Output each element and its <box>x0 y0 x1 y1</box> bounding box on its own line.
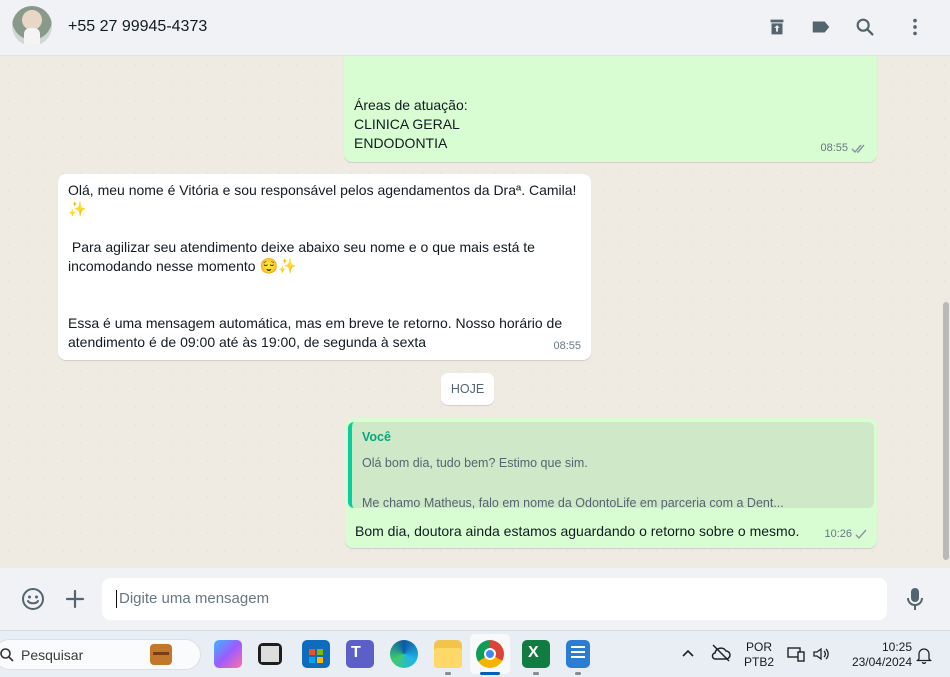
briefcase-icon <box>150 644 172 665</box>
taskbar-search-label: Pesquisar <box>21 647 84 663</box>
message-input-placeholder: Digite uma mensagem <box>119 590 270 607</box>
message-text: Bom dia, doutora ainda estamos aguardand… <box>355 523 800 539</box>
copilot-icon[interactable] <box>214 640 242 668</box>
terminal-icon[interactable] <box>258 643 282 665</box>
contact-avatar[interactable] <box>12 6 52 46</box>
quoted-message[interactable]: Você Olá bom dia, tudo bem? Estimo que s… <box>348 422 874 510</box>
double-check-icon <box>851 144 865 154</box>
relieved-sparkles-emoji: 😌✨ <box>259 258 297 275</box>
running-indicator <box>575 672 581 675</box>
message-paragraph: Essa é uma mensagem automática, mas em b… <box>68 315 567 350</box>
single-check-icon <box>855 529 867 540</box>
running-indicator <box>445 672 451 675</box>
file-explorer-icon[interactable] <box>434 640 462 668</box>
message-input[interactable]: Digite uma mensagem <box>102 578 887 620</box>
excel-icon[interactable]: X <box>522 640 550 668</box>
teams-icon[interactable]: T <box>346 640 374 668</box>
label-icon[interactable] <box>810 16 832 38</box>
search-icon <box>0 648 14 662</box>
message-paragraph: Olá, meu nome é Vitória e sou responsáve… <box>68 182 577 218</box>
message-meta: 08:55 <box>553 337 581 356</box>
quote-line: Me chamo Matheus, falo em nome da Odonto… <box>362 496 784 510</box>
active-indicator <box>480 672 500 675</box>
network-icon[interactable] <box>787 645 805 663</box>
chat-header: +55 27 99945-4373 <box>0 0 950 56</box>
message-meta: 10:26 <box>824 525 867 544</box>
sparkles-emoji: ✨ <box>68 201 87 218</box>
running-indicator <box>533 672 539 675</box>
chat-scrollbar[interactable] <box>941 56 950 568</box>
clock-date: 23/04/2024 <box>851 655 912 669</box>
taskbar-search[interactable]: Pesquisar <box>0 639 201 670</box>
message-meta: 08:55 <box>820 139 867 158</box>
edge-icon[interactable] <box>390 640 418 668</box>
composer: Digite uma mensagem <box>0 568 950 630</box>
chrome-icon[interactable] <box>476 640 504 668</box>
chevron-up-icon[interactable] <box>681 648 695 658</box>
message-bubble-incoming[interactable]: Olá, meu nome é Vitória e sou responsáve… <box>58 174 591 360</box>
emoji-icon[interactable] <box>21 587 45 611</box>
menu-icon[interactable] <box>904 16 926 38</box>
input-language[interactable]: POR PTB2 <box>743 640 775 670</box>
text-caret <box>116 590 117 609</box>
store-icon[interactable] <box>302 640 330 668</box>
contact-name[interactable]: +55 27 99945-4373 <box>68 18 207 36</box>
message-bubble-outgoing[interactable]: Você Olá bom dia, tudo bem? Estimo que s… <box>345 418 877 548</box>
clock-time: 10:25 <box>881 640 912 654</box>
mic-icon[interactable] <box>903 586 927 612</box>
cloud-off-icon[interactable] <box>710 643 732 663</box>
archive-icon[interactable] <box>766 16 788 38</box>
quote-line: Olá bom dia, tudo bem? Estimo que sim. <box>362 456 588 470</box>
day-divider: HOJE <box>441 373 494 405</box>
windows-taskbar: Pesquisar T X POR PTB2 10:25 23/04/2024 <box>0 630 950 677</box>
plus-icon[interactable] <box>63 587 87 611</box>
message-time: 08:55 <box>820 142 848 154</box>
message-line: CLINICA GERAL <box>354 116 460 132</box>
notification-bell-icon[interactable] <box>916 646 932 664</box>
notepad-icon[interactable] <box>566 640 590 668</box>
message-line: Áreas de atuação: <box>354 97 468 113</box>
message-time: 08:55 <box>553 340 581 352</box>
chat-panel[interactable]: Áreas de atuação: CLINICA GERAL ENDODONT… <box>0 56 950 568</box>
volume-icon[interactable] <box>812 645 830 663</box>
message-paragraph: Para agilizar seu atendimento deixe abai… <box>68 239 539 275</box>
message-time: 10:26 <box>824 528 852 540</box>
message-bubble-outgoing[interactable]: Áreas de atuação: CLINICA GERAL ENDODONT… <box>344 56 877 162</box>
message-line: ENDODONTIA <box>354 135 448 151</box>
taskbar-clock[interactable]: 10:25 23/04/2024 <box>842 640 912 670</box>
search-icon[interactable] <box>854 16 876 38</box>
scroll-thumb[interactable] <box>943 302 949 560</box>
quote-author: Você <box>362 430 391 444</box>
